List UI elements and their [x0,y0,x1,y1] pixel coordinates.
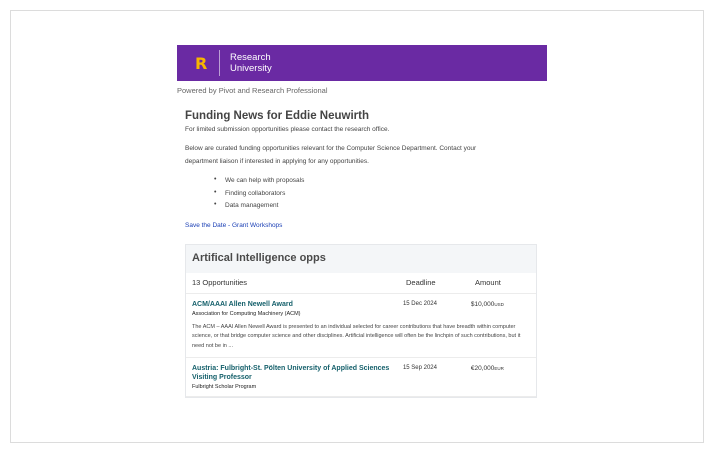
list-item: Data management [214,201,539,215]
email-content: Funding News for Eddie Neuwirth For limi… [177,110,547,398]
services-list: We can help with proposals Finding colla… [185,176,539,215]
opportunity-deadline: 15 Sep 2024 [402,365,437,371]
opportunity-description: The ACM – AAAI Allen Newell Award is pre… [192,323,521,349]
logo-divider [219,50,220,76]
list-item: We can help with proposals [214,176,539,190]
university-name-line2: University [230,63,272,74]
intro-line-1: Below are curated funding opportunities … [185,145,477,152]
section-title: Artifical Intelligence opps [192,251,326,264]
intro-line-2: department liaison if interested in appl… [185,158,369,165]
opportunity-deadline: 15 Dec 2024 [402,300,437,307]
university-name: Research University [230,52,272,74]
deadline-header: Deadline [406,278,436,287]
intro-paragraph: Below are curated funding opportunities … [185,142,539,168]
email-body: R Research University Powered by Pivot a… [177,45,547,431]
opportunity-amount: €20,000EUR [471,364,530,390]
amount-value: €20,000 [470,365,495,372]
opportunity-sponsor: Fulbright Scholar Program [192,384,257,390]
amount-header: Amount [475,278,501,287]
powered-by-text: Powered by Pivot and Research Profession… [177,86,328,95]
university-logo-icon: R [195,53,208,73]
opportunities-card: Artifical Intelligence opps 13 Opportuni… [185,243,537,398]
page-title: Funding News for Eddie Neuwirth [185,110,369,122]
university-banner: R Research University [177,45,547,81]
opportunity-row: ACM/AAAI Allen Newell Award Association … [186,293,536,358]
subtitle-text: For limited submission opportunities ple… [185,126,390,133]
card-header: Artifical Intelligence opps [186,245,536,273]
amount-currency: EUR [494,366,504,371]
opportunity-amount: $10,000USD [471,300,530,317]
list-item: Finding collaborators [214,189,539,203]
amount-value: $10,000 [470,300,495,308]
email-viewer-frame: R Research University Powered by Pivot a… [10,10,704,443]
opportunity-sponsor: Association for Computing Machinery (ACM… [192,310,301,317]
column-header-row: 13 Opportunities Deadline Amount [186,272,536,294]
opportunity-row: Austria: Fulbright-St. Pölten University… [186,358,536,397]
amount-currency: USD [494,301,504,307]
opportunity-title-link[interactable]: ACM/AAAI Allen Newell Award [192,300,393,309]
grant-workshops-link[interactable]: Save the Date - Grant Workshops [185,222,539,229]
opportunity-title-link[interactable]: Austria: Fulbright-St. Pölten University… [192,364,393,382]
university-name-line1: Research [230,52,271,63]
opportunity-count: 13 Opportunities [192,278,248,287]
